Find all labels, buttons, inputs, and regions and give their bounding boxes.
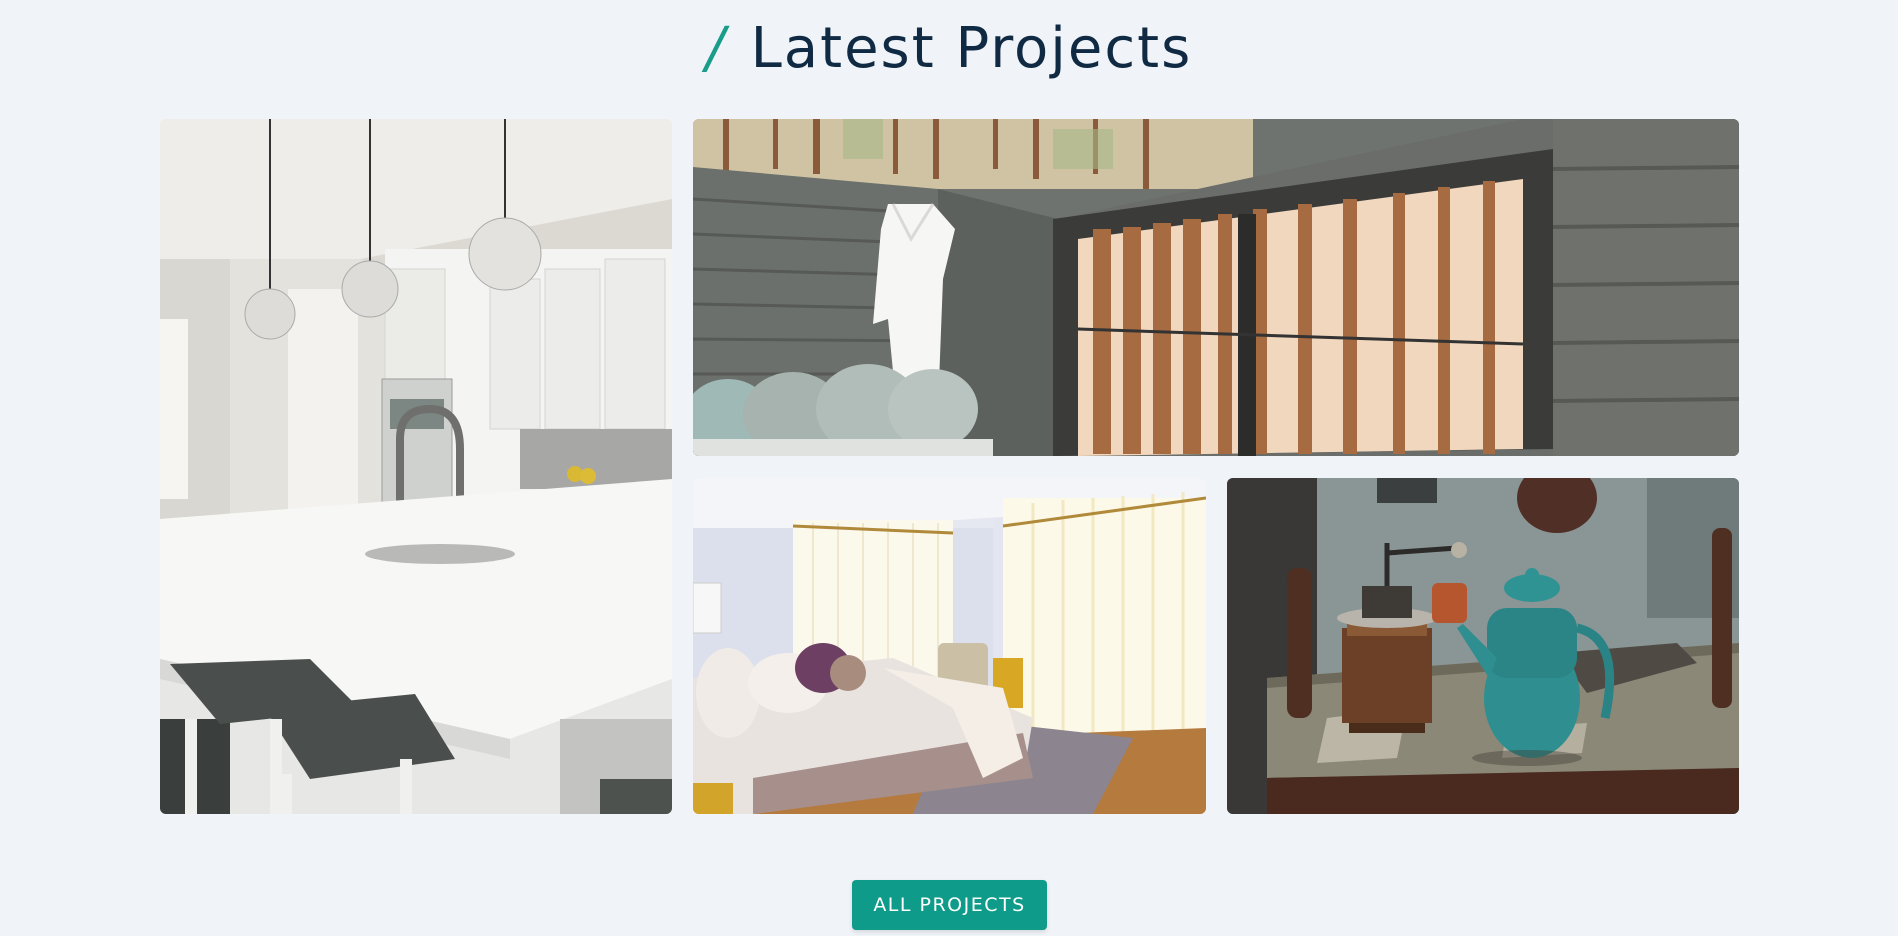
project-tile-teapot[interactable] <box>1227 478 1739 814</box>
project-tile-outdoor-deck[interactable] <box>693 119 1739 456</box>
project-tile-kitchen[interactable] <box>160 119 672 814</box>
project-tile-bedroom[interactable] <box>693 478 1206 814</box>
heading-slash-accent: / <box>705 16 727 81</box>
bright-bedroom-photo <box>693 478 1206 814</box>
section-heading: / Latest Projects <box>0 12 1898 86</box>
section-title: Latest Projects <box>750 16 1193 81</box>
all-projects-button[interactable]: ALL PROJECTS <box>852 880 1047 930</box>
teapot-coffee-grinder-photo <box>1227 478 1739 814</box>
outdoor-bath-deck-photo <box>693 119 1739 456</box>
kitchen-island-photo <box>160 119 672 814</box>
